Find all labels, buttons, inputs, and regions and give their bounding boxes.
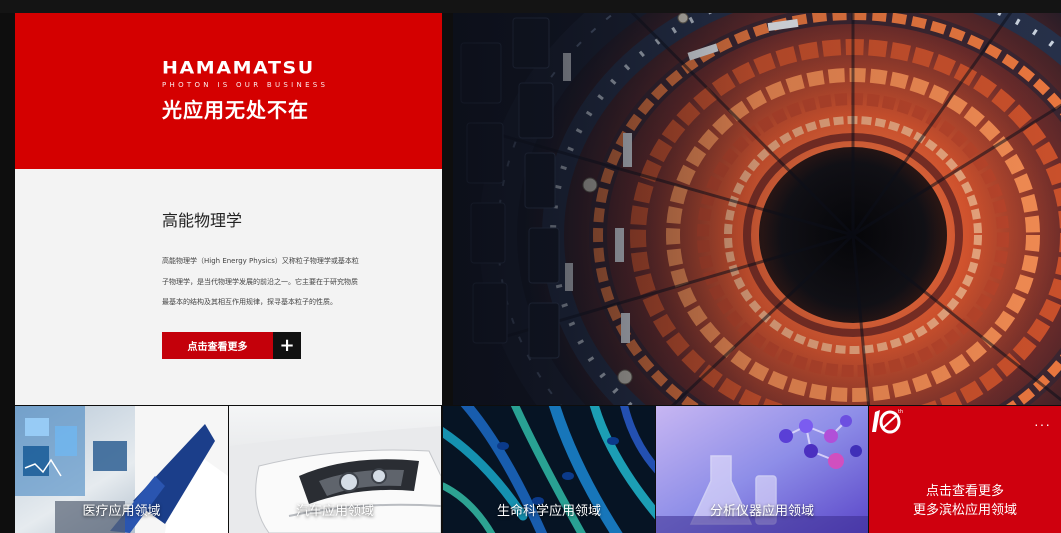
svg-text:th: th: [898, 409, 903, 415]
tile-life-science-label: 生命科学应用领域: [496, 504, 601, 519]
feature-description-line: 高能物理学（High Energy Physics）又称粒子物理学或基本粒: [162, 257, 359, 265]
detector-illustration: [453, 13, 1061, 405]
tile-medical[interactable]: 医疗应用领域: [15, 406, 228, 533]
brand-slogan: 光应用无处不在: [162, 98, 309, 122]
brand-panel: HAMAMATSU PHOTON IS OUR BUSINESS 光应用无处不在: [15, 13, 442, 169]
feature-title: 高能物理学: [162, 211, 243, 230]
top-strip: [0, 0, 1061, 13]
tile-automotive-label: 汽车应用领域: [295, 504, 374, 519]
tile-more-applications[interactable]: th ··· 点击查看更多 更多滨松应用领域: [869, 406, 1061, 533]
feature-description-line: 子物理学，是当代物理学发展的前沿之一。它主要在于研究物质: [162, 277, 358, 286]
tile-analytical[interactable]: 分析仪器应用领域: [656, 406, 868, 533]
tile-medical-label: 医疗应用领域: [82, 504, 161, 519]
hero-detector-image[interactable]: [453, 13, 1061, 405]
more-applications-line2: 更多滨松应用领域: [912, 503, 1017, 518]
feature-info-panel: 高能物理学 高能物理学（High Energy Physics）又称粒子物理学或…: [15, 169, 442, 405]
plus-icon: +: [273, 332, 301, 359]
page: HAMAMATSU PHOTON IS OUR BUSINESS 光应用无处不在…: [0, 0, 1061, 533]
tile-automotive[interactable]: 汽车应用领域: [229, 406, 441, 533]
view-more-button[interactable]: 点击查看更多 +: [162, 332, 301, 359]
more-applications-line1: 点击查看更多: [925, 484, 1004, 499]
more-dots-icon[interactable]: ···: [1034, 417, 1051, 431]
logo-wordmark: HAMAMATSU: [162, 58, 315, 78]
feature-description-line: 最基本的结构及其相互作用规律，探寻基本粒子的性质。: [162, 298, 337, 306]
tile-analytical-label: 分析仪器应用领域: [709, 504, 814, 519]
tile-life-science[interactable]: 生命科学应用领域: [443, 406, 655, 533]
logo-tagline: PHOTON IS OUR BUSINESS: [162, 81, 329, 89]
more-applications-text: 点击查看更多 更多滨松应用领域: [869, 482, 1061, 520]
anniversary-logo-icon: th: [872, 409, 903, 434]
brand-logo[interactable]: HAMAMATSU PHOTON IS OUR BUSINESS: [162, 60, 362, 89]
view-more-label: 点击查看更多: [187, 342, 248, 353]
feature-description: 高能物理学（High Energy Physics）又称粒子物理学或基本粒 子物…: [162, 251, 387, 313]
